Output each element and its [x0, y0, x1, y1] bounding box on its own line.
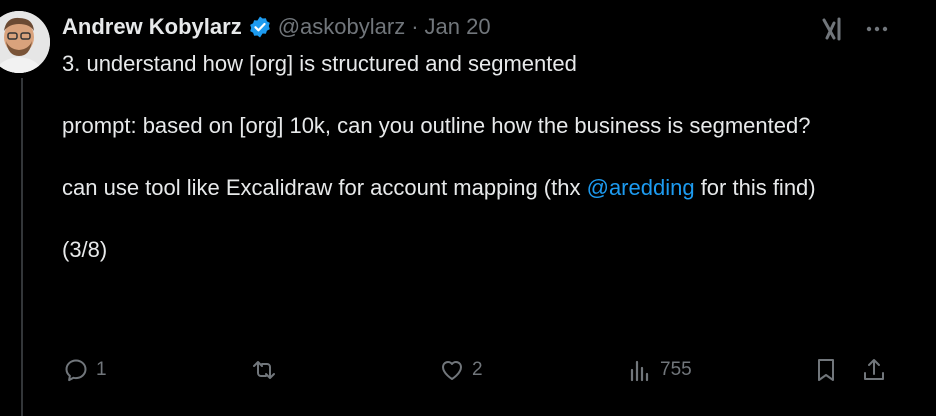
line-spacer [62, 79, 882, 110]
header-separator: · [411, 14, 419, 39]
tweet-line-tool: can use tool like Excalidraw for account… [62, 172, 882, 203]
share-button[interactable] [860, 356, 888, 384]
verified-badge-icon [248, 15, 272, 39]
like-count: 2 [472, 359, 483, 380]
avatar[interactable] [0, 11, 50, 73]
tool-text-after: for this find) [694, 175, 816, 200]
retweet-button[interactable] [250, 356, 284, 384]
reply-count: 1 [96, 359, 107, 380]
mention-link[interactable]: @aredding [587, 175, 695, 200]
views-chart-icon [630, 360, 649, 382]
line-spacer [62, 203, 882, 234]
reply-button[interactable]: 1 [62, 356, 107, 384]
tweet-line-prompt: prompt: based on [org] 10k, can you outl… [62, 113, 811, 138]
bookmark-button[interactable] [812, 356, 840, 384]
line-spacer [62, 141, 882, 172]
retweet-icon [253, 361, 275, 379]
author-handle[interactable]: @askobylarz [278, 14, 406, 40]
thread-connector-line [21, 78, 23, 416]
tweet-line-counter: (3/8) [62, 237, 108, 262]
share-icon [864, 359, 884, 380]
tweet-date[interactable]: Jan 20 [425, 14, 491, 40]
heart-icon [442, 361, 462, 380]
tweet-header: Andrew Kobylarz @askobylarz · Jan 20 [62, 10, 936, 44]
grok-icon[interactable] [818, 14, 848, 44]
views-button[interactable]: 755 [626, 356, 692, 384]
action-bar: 1 2 755 [62, 352, 892, 390]
tweet-line-title: 3. understand how [org] is structured an… [62, 51, 577, 76]
bookmark-icon [818, 359, 834, 381]
author-display-name[interactable]: Andrew Kobylarz [62, 14, 242, 40]
more-options-icon[interactable] [862, 14, 892, 44]
reply-icon [65, 359, 87, 382]
like-button[interactable]: 2 [438, 356, 483, 384]
views-count: 755 [660, 359, 692, 380]
avatar-photo-icon [0, 11, 50, 73]
tweet-body: 3. understand how [org] is structured an… [62, 48, 882, 265]
tool-text-before: can use tool like Excalidraw for account… [62, 175, 587, 200]
